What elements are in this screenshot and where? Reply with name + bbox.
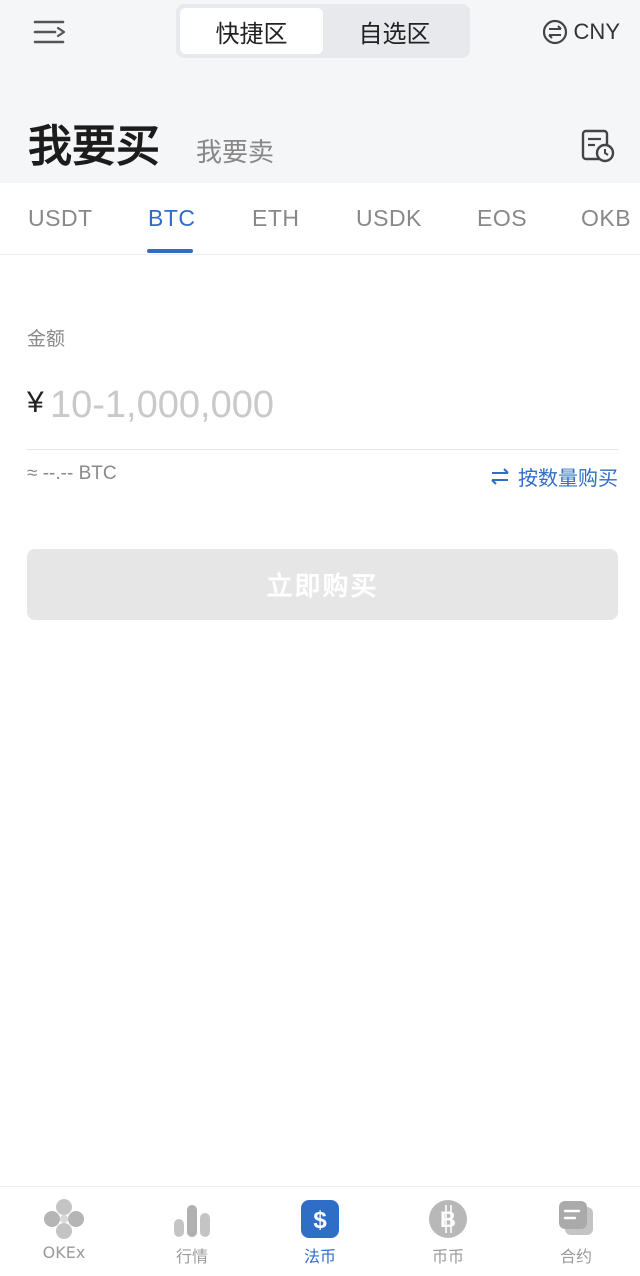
bitcoin-icon: B	[429, 1200, 467, 1238]
tab-okb[interactable]: OKB	[581, 205, 631, 232]
header: 快捷区 自选区 CNY 我要买 我要卖	[0, 0, 640, 183]
menu-icon	[33, 20, 66, 44]
segment-quick-zone[interactable]: 快捷区	[180, 8, 323, 54]
coin-tabs: USDT BTC ETH USDK EOS OKB	[0, 183, 640, 255]
nav-label-contract: 合约	[559, 1247, 592, 1266]
svg-text:B: B	[440, 1207, 456, 1232]
nav-label-fiat: 法币	[303, 1247, 336, 1266]
order-history-button[interactable]	[580, 128, 616, 164]
nav-label-market: 行情	[175, 1247, 208, 1266]
currency-label: CNY	[573, 19, 620, 44]
approx-amount: ≈ --.-- BTC	[27, 463, 117, 484]
dollar-icon: $	[301, 1200, 339, 1238]
currency-selector[interactable]: CNY	[542, 16, 620, 48]
buy-mode-tab[interactable]: 我要买	[28, 110, 160, 174]
order-history-icon	[581, 129, 615, 163]
tab-usdt[interactable]: USDT	[28, 205, 93, 232]
tab-btc[interactable]: BTC	[148, 205, 196, 232]
svg-text:$: $	[313, 1207, 327, 1234]
buy-by-quantity-button[interactable]: 按数量购买	[490, 462, 618, 491]
nav-label-spot: 币币	[431, 1247, 464, 1266]
okex-logo-icon	[44, 1199, 84, 1239]
amount-label: 金额	[27, 328, 66, 350]
buy-by-quantity-label: 按数量购买	[518, 466, 618, 490]
nav-label-okex: OKEx	[42, 1243, 86, 1262]
tab-eos[interactable]: EOS	[477, 205, 527, 232]
menu-button[interactable]	[30, 15, 70, 49]
active-tab-indicator	[147, 249, 193, 253]
nav-item-okex[interactable]: OKEx	[0, 1187, 128, 1276]
input-divider	[27, 449, 618, 450]
nav-item-spot[interactable]: B 币币	[384, 1187, 512, 1276]
buy-now-button[interactable]: 立即购买	[27, 549, 618, 620]
contract-icon	[559, 1201, 593, 1235]
nav-item-fiat[interactable]: $ 法币	[256, 1187, 384, 1276]
bottom-nav: OKEx 行情 $ 法币 B 币币 合约	[0, 1186, 640, 1276]
tab-eth[interactable]: ETH	[252, 205, 300, 232]
currency-symbol: ¥	[27, 386, 44, 419]
swap-icon	[491, 467, 509, 485]
nav-item-market[interactable]: 行情	[128, 1187, 256, 1276]
tab-usdk[interactable]: USDK	[356, 205, 422, 232]
segment-custom-zone[interactable]: 自选区	[323, 8, 466, 54]
nav-item-contract[interactable]: 合约	[512, 1187, 640, 1276]
sell-mode-tab[interactable]: 我要卖	[196, 132, 274, 169]
exchange-icon	[542, 19, 567, 45]
bar-chart-icon	[174, 1205, 210, 1237]
amount-input[interactable]	[50, 378, 610, 432]
zone-switch: 快捷区 自选区	[176, 4, 470, 58]
